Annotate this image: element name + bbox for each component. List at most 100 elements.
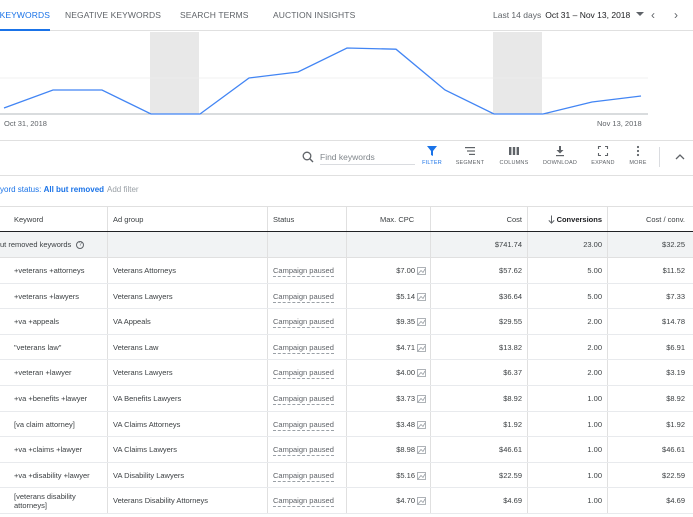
table-row[interactable]: +va +claims +lawyer VA Claims Lawyers Camp…	[0, 437, 693, 463]
segment-button[interactable]: SEGMENT	[452, 145, 488, 173]
status-text[interactable]: Campaign paused	[273, 343, 334, 354]
bid-strategy-image-icon[interactable]	[417, 497, 426, 506]
ad-group-link[interactable]: VA Claims Attorneys	[113, 412, 265, 437]
more-button[interactable]: MORE	[620, 145, 656, 173]
table-row[interactable]: +va +disability +lawyer VA Disability Law…	[0, 462, 693, 489]
data-point[interactable]	[101, 89, 103, 91]
keyword-cell[interactable]: "veterans law"	[14, 335, 104, 360]
header-ad-group[interactable]: Ad group	[113, 207, 263, 231]
tab-search-terms[interactable]: SEARCH TERMS	[180, 0, 249, 31]
max-cpc-value[interactable]: $3.48	[396, 420, 415, 429]
max-cpc-value[interactable]: $7.00	[396, 266, 415, 275]
max-cpc-value[interactable]: $4.70	[396, 496, 415, 505]
keyword-cell[interactable]: +veterans +attorneys	[14, 258, 104, 283]
table-row[interactable]: +veterans +attorneys Veterans Attorneys Ca…	[0, 258, 693, 284]
max-cpc-value[interactable]: $4.00	[396, 368, 415, 377]
keyword-cell[interactable]: +va +claims +lawyer	[14, 437, 104, 462]
tab-negative-keywords[interactable]: NEGATIVE KEYWORDS	[65, 0, 161, 31]
add-filter-button[interactable]: Add filter	[107, 176, 139, 204]
ad-group-link[interactable]: VA Claims Lawyers	[113, 437, 265, 462]
data-point[interactable]	[150, 113, 152, 115]
collapse-chevron-up-icon[interactable]	[675, 153, 685, 160]
status-text[interactable]: Campaign paused	[273, 266, 334, 277]
max-cpc-value[interactable]: $5.14	[396, 292, 415, 301]
chevron-left-icon[interactable]: ‹	[651, 8, 655, 22]
help-icon[interactable]: ?	[76, 241, 85, 250]
table-row[interactable]: +va +benefits +lawyer VA Benefits Lawyers…	[0, 386, 693, 412]
filter-button[interactable]: FILTER	[414, 145, 450, 173]
keyword-cell[interactable]: +va +appeals	[14, 309, 104, 334]
header-max-cpc[interactable]: Max. CPC	[380, 207, 420, 231]
data-point[interactable]	[493, 113, 495, 115]
columns-button[interactable]: COLUMNS	[496, 145, 532, 173]
table-row[interactable]: +veteran +lawyer Veterans Lawyers Campaign…	[0, 360, 693, 386]
date-dropdown-icon[interactable]	[636, 12, 644, 16]
status-text[interactable]: Campaign paused	[273, 368, 334, 380]
bid-strategy-image-icon[interactable]	[417, 267, 426, 275]
ad-group-link[interactable]: Veterans Disability Attorneys	[113, 488, 265, 513]
table-row[interactable]: [va claim attorney] VA Claims Attorneys Ca…	[0, 411, 693, 438]
tab-auction-insights[interactable]: AUCTION INSIGHTS	[273, 0, 355, 31]
status-text[interactable]: Campaign paused	[273, 394, 334, 405]
table-row[interactable]: +veterans +lawyers Veterans Lawyers Campai…	[0, 283, 693, 310]
bid-strategy-image-icon[interactable]	[417, 369, 426, 378]
ad-group-link[interactable]: VA Disability Lawyers	[113, 463, 265, 488]
table-row[interactable]: [veterans disability attorneys] Veterans …	[0, 488, 693, 514]
keyword-cell[interactable]: +veterans +lawyers	[14, 284, 104, 309]
max-cpc-value[interactable]: $9.35	[396, 317, 415, 326]
status-filter-chip[interactable]: yord status: All but removed	[0, 176, 104, 204]
data-point[interactable]	[640, 95, 642, 97]
bid-strategy-image-icon[interactable]	[417, 318, 426, 327]
max-cpc-value[interactable]: $4.71	[396, 343, 415, 352]
status-text[interactable]: Campaign paused	[273, 445, 334, 457]
data-point[interactable]	[199, 113, 201, 115]
data-point[interactable]	[3, 107, 5, 109]
max-cpc-value[interactable]: $3.73	[396, 394, 415, 403]
status-text[interactable]: Campaign paused	[273, 420, 334, 431]
header-conversions[interactable]: Conversions	[555, 207, 602, 231]
keyword-cell[interactable]: +veteran +lawyer	[14, 360, 104, 385]
data-point[interactable]	[297, 71, 299, 73]
ad-group-link[interactable]: Veterans Lawyers	[113, 284, 265, 309]
bid-strategy-image-icon[interactable]	[417, 446, 426, 455]
data-point[interactable]	[248, 77, 250, 79]
ad-group-link[interactable]: VA Appeals	[113, 309, 265, 334]
ad-group-link[interactable]: Veterans Law	[113, 335, 265, 360]
data-point[interactable]	[444, 89, 446, 91]
data-point[interactable]	[542, 113, 544, 115]
header-status[interactable]: Status	[273, 207, 343, 231]
tab-keywords[interactable]: KEYWORDS	[0, 0, 50, 31]
status-text[interactable]: Campaign paused	[273, 496, 334, 508]
max-cpc-value[interactable]: $5.16	[396, 471, 415, 480]
bid-strategy-image-icon[interactable]	[417, 420, 426, 429]
keyword-cell[interactable]: +va +disability +lawyer	[14, 463, 104, 488]
data-point[interactable]	[395, 48, 397, 50]
table-row[interactable]: "veterans law" Veterans Law Campaign pause…	[0, 334, 693, 361]
status-text[interactable]: Campaign paused	[273, 292, 334, 303]
data-point[interactable]	[346, 47, 348, 49]
bid-strategy-image-icon[interactable]	[417, 395, 426, 403]
search-input[interactable]	[320, 149, 415, 165]
ad-group-link[interactable]: Veterans Lawyers	[113, 360, 265, 385]
status-text[interactable]: Campaign paused	[273, 471, 334, 482]
max-cpc-value[interactable]: $8.98	[396, 445, 415, 454]
ad-group-link[interactable]: VA Benefits Lawyers	[113, 386, 265, 411]
keyword-cell[interactable]: +va +benefits +lawyer	[14, 386, 104, 411]
date-range-picker[interactable]: Last 14 days Oct 31 – Nov 13, 2018	[493, 0, 630, 31]
data-point[interactable]	[591, 101, 593, 103]
keyword-cell[interactable]: [veterans disability attorneys]	[14, 488, 104, 513]
bid-strategy-image-icon[interactable]	[417, 471, 426, 480]
header-cost-per-conv[interactable]: Cost / conv.	[612, 207, 685, 231]
bid-strategy-image-icon[interactable]	[417, 343, 426, 352]
chevron-right-icon[interactable]: ›	[674, 8, 678, 22]
header-cost[interactable]: Cost	[440, 207, 522, 231]
expand-button[interactable]: EXPAND	[585, 145, 621, 173]
bid-strategy-image-icon[interactable]	[417, 292, 426, 301]
download-button[interactable]: DOWNLOAD	[542, 145, 578, 173]
ad-group-link[interactable]: Veterans Attorneys	[113, 258, 265, 283]
status-text[interactable]: Campaign paused	[273, 317, 334, 329]
keyword-cell[interactable]: [va claim attorney]	[14, 412, 104, 437]
header-keyword[interactable]: Keyword	[14, 207, 104, 231]
table-row[interactable]: +va +appeals VA Appeals Campaign paused $9.…	[0, 309, 693, 335]
data-point[interactable]	[52, 89, 54, 91]
